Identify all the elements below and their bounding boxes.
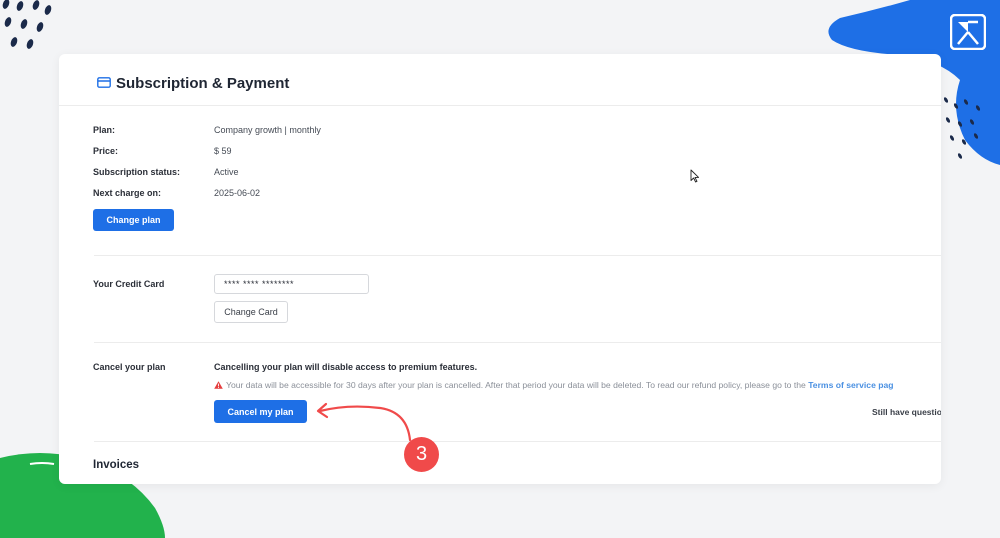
mouse-cursor-icon <box>690 169 700 183</box>
divider <box>94 255 941 256</box>
cancel-plan-button[interactable]: Cancel my plan <box>214 400 307 423</box>
cancel-warning-text: Your data will be accessible for 30 days… <box>214 380 894 390</box>
change-card-button[interactable]: Change Card <box>214 301 288 323</box>
annotation-arrow <box>316 402 412 442</box>
divider <box>94 441 941 442</box>
step-number-badge: 3 <box>404 437 439 472</box>
invoices-title: Invoices <box>93 459 140 471</box>
card-header: Subscription & Payment <box>59 54 941 106</box>
price-label: Price: <box>93 146 119 156</box>
warning-body: Your data will be accessible for 30 days… <box>226 380 806 390</box>
credit-card-icon <box>97 77 111 88</box>
subscription-status-value: Active <box>214 167 239 177</box>
card-number-field[interactable]: **** **** ******** <box>214 274 369 294</box>
decorative-dots-top-left <box>2 0 52 49</box>
warning-icon <box>214 381 223 389</box>
decorative-dots-right <box>943 97 981 159</box>
cancel-plan-label: Cancel your plan <box>93 362 166 372</box>
help-text: Still have questio <box>872 407 941 417</box>
next-charge-label: Next charge on: <box>93 188 162 198</box>
divider <box>94 342 941 343</box>
credit-card-label: Your Credit Card <box>93 279 165 289</box>
plan-value: Company growth | monthly <box>214 125 321 135</box>
brand-logo-icon <box>950 14 986 50</box>
change-plan-button[interactable]: Change plan <box>93 209 174 231</box>
next-charge-value: 2025-06-02 <box>214 188 261 198</box>
cancel-warning-heading: Cancelling your plan will disable access… <box>214 362 478 372</box>
subscription-card: Subscription & Payment Plan: Company gro… <box>59 54 941 484</box>
price-value: $ 59 <box>214 146 232 156</box>
subscription-status-label: Subscription status: <box>93 167 181 177</box>
terms-of-service-link[interactable]: Terms of service pag <box>808 380 893 390</box>
page-title: Subscription & Payment <box>116 75 290 92</box>
plan-label: Plan: <box>93 125 116 135</box>
